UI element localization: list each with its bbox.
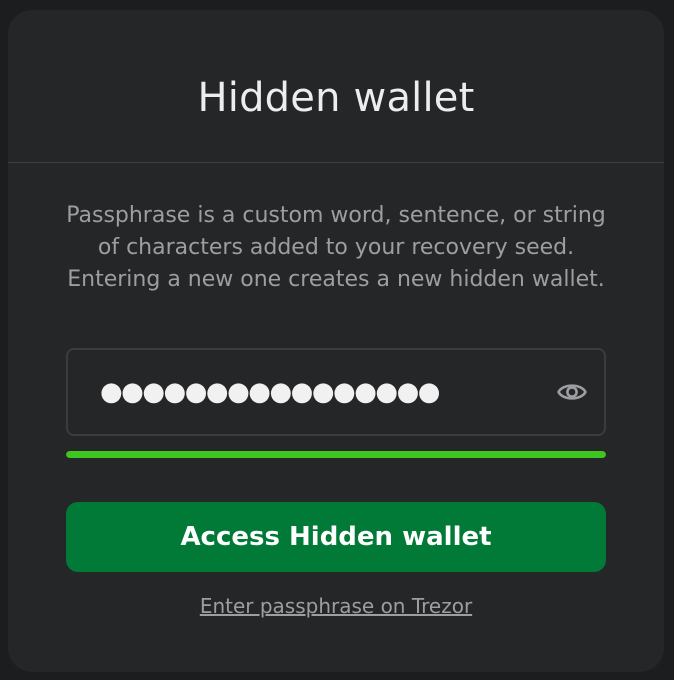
passphrase-description: Passphrase is a custom word, sentence, o… (66, 203, 606, 292)
access-hidden-wallet-button[interactable]: Access Hidden wallet (66, 502, 606, 572)
passphrase-masked-value[interactable]: ●●●●●●●●●●●●●●●● (100, 350, 440, 434)
eye-icon[interactable] (556, 376, 588, 408)
hidden-wallet-modal: Hidden wallet Passphrase is a custom wor… (8, 10, 664, 672)
passphrase-input[interactable]: ●●●●●●●●●●●●●●●● (66, 348, 606, 436)
strength-meter-fill (66, 451, 606, 458)
header-divider (8, 162, 664, 163)
passphrase-strength-meter (66, 451, 606, 458)
modal-title: Hidden wallet (197, 75, 475, 121)
enter-passphrase-on-trezor-link[interactable]: Enter passphrase on Trezor (8, 594, 664, 618)
